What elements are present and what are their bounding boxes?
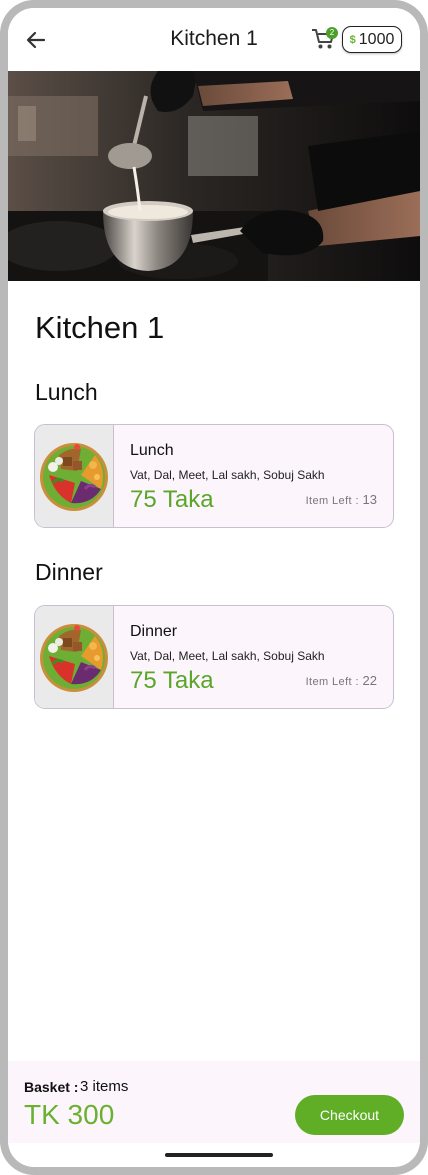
coin-balance-value: 1000 — [358, 30, 395, 48]
home-indicator[interactable] — [165, 1153, 273, 1157]
coin-balance[interactable]: $ 1000 — [342, 26, 402, 53]
items-left-value: 13 — [362, 492, 377, 507]
section-title-dinner: Dinner — [35, 559, 103, 585]
menu-item-name: Dinner — [130, 623, 178, 640]
basket-total: TK 300 — [24, 1099, 115, 1130]
chef-cooking-photo — [8, 71, 420, 281]
items-left-label: Item Left : — [305, 495, 359, 507]
menu-item-price: 75 Taka — [130, 667, 214, 694]
menu-item-image — [35, 606, 114, 708]
app-header: Kitchen 1 2 $ 1000 — [8, 8, 420, 71]
kitchen-hero-image — [8, 71, 420, 281]
menu-item-stock: Item Left : 13 — [306, 492, 377, 507]
menu-item-card-dinner[interactable]: Dinner Vat, Dal, Meet, Lal sakh, Sobuj S… — [34, 605, 394, 709]
menu-item-name: Lunch — [130, 442, 174, 459]
menu-item-description: Vat, Dal, Meet, Lal sakh, Sobuj Sakh — [130, 468, 325, 482]
items-left-value: 22 — [362, 673, 377, 688]
basket-label: Basket : — [24, 1079, 79, 1095]
app-screen: Kitchen 1 2 $ 1000 Kitchen 1 Lunch Lunch… — [8, 8, 420, 1167]
salad-bowl-photo — [38, 622, 110, 694]
menu-item-card-lunch[interactable]: Lunch Vat, Dal, Meet, Lal sakh, Sobuj Sa… — [34, 424, 394, 528]
menu-item-price: 75 Taka — [130, 486, 214, 513]
coin-icon: $ — [349, 33, 356, 46]
menu-item-image — [35, 425, 114, 527]
menu-item-stock: Item Left : 22 — [306, 673, 377, 688]
checkout-button[interactable]: Checkout — [295, 1095, 404, 1135]
device-frame: Kitchen 1 2 $ 1000 Kitchen 1 Lunch Lunch… — [0, 0, 428, 1175]
items-left-label: Item Left : — [305, 676, 359, 688]
basket-bar: Basket : 3 items TK 300 Checkout — [8, 1061, 420, 1143]
salad-bowl-photo — [38, 441, 110, 513]
menu-item-description: Vat, Dal, Meet, Lal sakh, Sobuj Sakh — [130, 649, 325, 663]
kitchen-name-heading: Kitchen 1 — [35, 310, 165, 345]
section-title-lunch: Lunch — [35, 379, 98, 405]
basket-item-count: 3 items — [80, 1078, 129, 1095]
cart-count-badge: 2 — [326, 27, 338, 39]
